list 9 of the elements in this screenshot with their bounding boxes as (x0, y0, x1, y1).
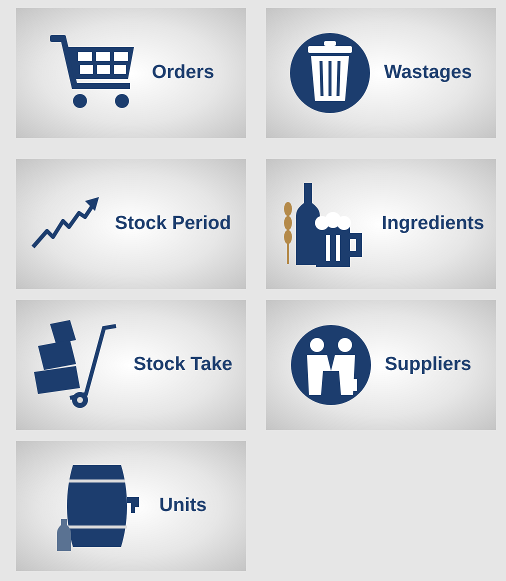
menu-tile[interactable]: Suppliers (266, 300, 496, 430)
menu-tile[interactable]: Wastages (266, 8, 496, 138)
menu-tile[interactable]: Stock Period (16, 159, 246, 289)
menu-tile[interactable]: Ingredients (266, 159, 496, 289)
rising-chart-icon (30, 197, 101, 251)
menu-tile[interactable]: Units (16, 441, 246, 571)
trash-can-icon (290, 33, 370, 113)
menu-tile[interactable]: Orders (16, 8, 246, 138)
menu-tile[interactable]: Stock Take (16, 300, 246, 430)
